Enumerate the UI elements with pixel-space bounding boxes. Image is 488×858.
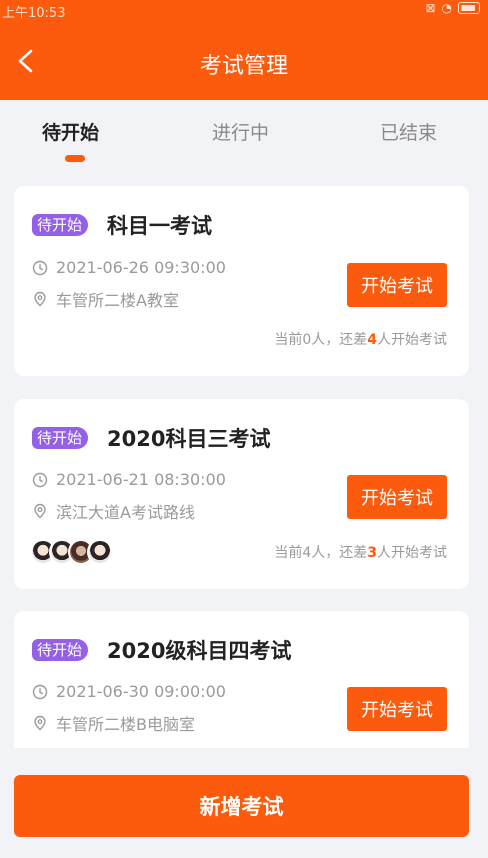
tab-pending[interactable]: 待开始 bbox=[42, 118, 99, 145]
count-prefix: 当前0人，还差 bbox=[274, 332, 368, 348]
start-exam-button[interactable]: 开始考试 bbox=[347, 475, 447, 519]
location-pin-icon bbox=[34, 503, 46, 519]
clock-icon bbox=[32, 472, 48, 487]
exam-location-row: 车管所二楼A教室 bbox=[32, 287, 179, 311]
exam-location: 车管所二楼B电脑室 bbox=[56, 715, 195, 734]
exam-time-row: 2021-06-21 08:30:00 bbox=[32, 470, 226, 489]
app-header: 上午10:53 ⊠ ◔ 考试管理 bbox=[0, 0, 488, 100]
location-pin-icon bbox=[34, 291, 46, 307]
exam-title: 2020科目三考试 bbox=[107, 427, 271, 451]
count-suffix: 人开始考试 bbox=[377, 545, 447, 561]
count-needed: 3 bbox=[367, 545, 377, 561]
exam-location: 滨江大道A考试路线 bbox=[56, 503, 195, 522]
exam-location-row: 滨江大道A考试路线 bbox=[32, 499, 195, 523]
count-suffix: 人开始考试 bbox=[377, 332, 447, 348]
exam-datetime: 2021-06-30 09:00:00 bbox=[56, 682, 226, 701]
participant-avatars bbox=[30, 539, 113, 565]
status-icons: ⊠ ◔ bbox=[425, 1, 480, 15]
active-tab-indicator bbox=[65, 155, 85, 162]
count-prefix: 当前4人，还差 bbox=[274, 545, 368, 561]
status-bar: 上午10:53 ⊠ ◔ bbox=[0, 0, 488, 21]
exam-datetime: 2021-06-21 08:30:00 bbox=[56, 470, 226, 489]
status-badge: 待开始 bbox=[32, 427, 89, 449]
participant-count: 当前4人，还差3人开始考试 bbox=[274, 542, 447, 562]
exam-time-row: 2021-06-30 09:00:00 bbox=[32, 682, 226, 701]
exam-card[interactable]: 待开始 2020级科目四考试 2021-06-30 09:00:00 车管所二楼… bbox=[14, 611, 469, 748]
exam-location: 车管所二楼A教室 bbox=[56, 291, 179, 310]
participant-count: 当前0人，还差4人开始考试 bbox=[274, 329, 447, 349]
tab-in-progress[interactable]: 进行中 bbox=[212, 118, 269, 145]
start-exam-button[interactable]: 开始考试 bbox=[347, 263, 447, 307]
exam-card[interactable]: 待开始 2020科目三考试 2021-06-21 08:30:00 滨江大道A考… bbox=[14, 399, 469, 589]
clock-icon bbox=[32, 260, 48, 275]
exam-datetime: 2021-06-26 09:30:00 bbox=[56, 258, 226, 277]
battery-icon bbox=[458, 2, 480, 14]
count-needed: 4 bbox=[367, 332, 377, 348]
add-exam-button[interactable]: 新增考试 bbox=[14, 775, 469, 837]
exam-title: 科目一考试 bbox=[107, 214, 212, 238]
exam-time-row: 2021-06-26 09:30:00 bbox=[32, 258, 226, 277]
wifi-icon: ◔ bbox=[441, 1, 452, 15]
exam-title: 2020级科目四考试 bbox=[107, 639, 292, 663]
location-pin-icon bbox=[34, 715, 46, 731]
avatar bbox=[87, 539, 113, 565]
page-title: 考试管理 bbox=[199, 54, 288, 79]
exam-card[interactable]: 待开始 科目一考试 2021-06-26 09:30:00 车管所二楼A教室 开… bbox=[14, 186, 469, 376]
start-exam-button[interactable]: 开始考试 bbox=[347, 687, 447, 731]
exam-location-row: 车管所二楼B电脑室 bbox=[32, 711, 195, 735]
tab-finished[interactable]: 已结束 bbox=[380, 118, 437, 145]
sim-icon: ⊠ bbox=[425, 1, 436, 15]
status-badge: 待开始 bbox=[32, 214, 89, 236]
status-time: 上午10:53 bbox=[2, 6, 66, 21]
status-badge: 待开始 bbox=[32, 639, 89, 661]
nav-bar: 考试管理 bbox=[0, 32, 488, 94]
clock-icon bbox=[32, 684, 48, 699]
